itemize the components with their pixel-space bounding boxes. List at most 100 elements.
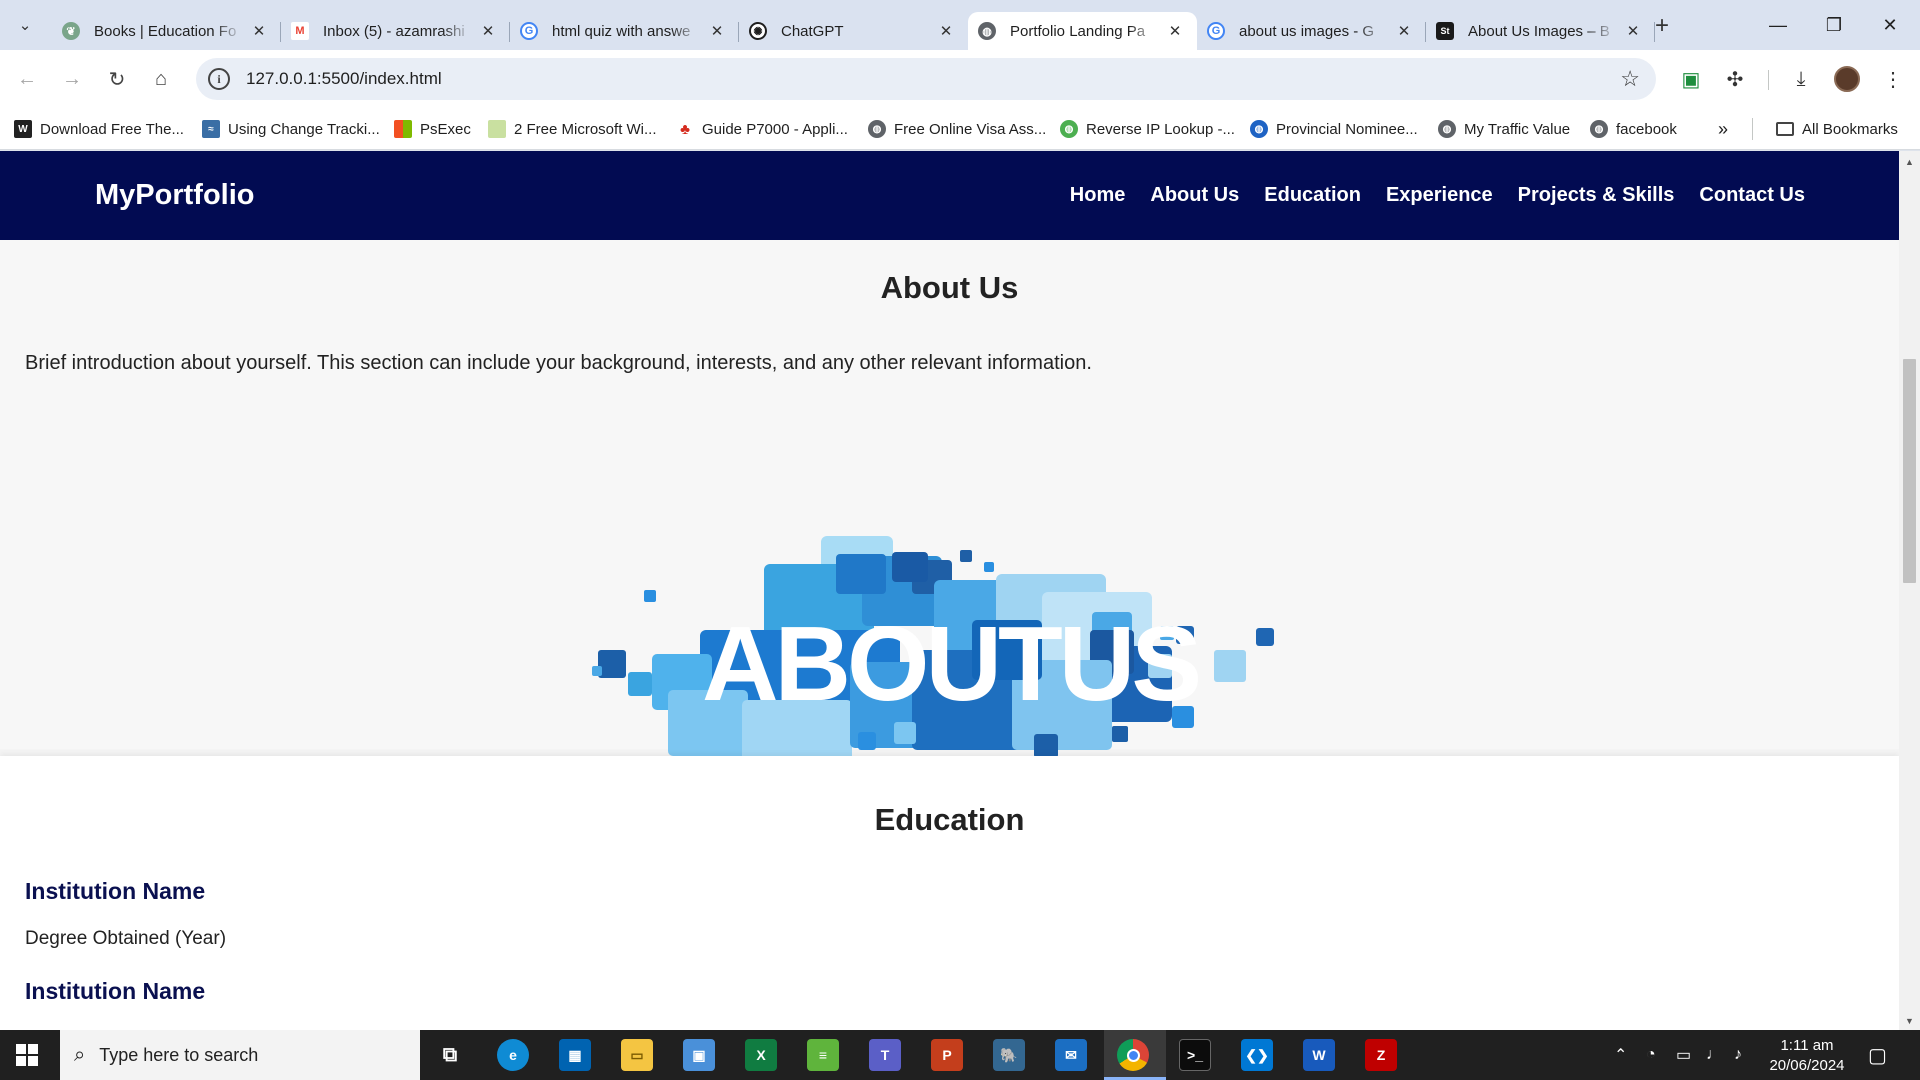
clock-time: 1:11 am [1780, 1037, 1834, 1054]
network-icon[interactable]: ◔ [1646, 1030, 1656, 1080]
all-bookmarks-button[interactable]: All Bookmarks [1776, 116, 1898, 142]
nav-about-us[interactable]: About Us [1150, 184, 1239, 207]
terminal-icon[interactable]: >_ [1179, 1039, 1211, 1071]
windows-start-icon[interactable] [16, 1044, 38, 1066]
url-text[interactable]: 127.0.0.1:5500/index.html [246, 69, 442, 89]
bookmark-item[interactable]: ◍ Provincial Nominee... [1250, 116, 1418, 142]
pgadmin-icon[interactable]: 🐘 [993, 1039, 1025, 1071]
nav-experience[interactable]: Experience [1386, 184, 1493, 207]
extensions-puzzle-icon[interactable]: ✣ [1720, 64, 1750, 94]
globe-icon: ◍ [868, 120, 886, 138]
toolbar-divider [1768, 70, 1769, 90]
close-icon[interactable]: ✕ [1394, 21, 1414, 41]
bookmark-item[interactable]: ◍ My Traffic Value [1438, 116, 1570, 142]
tab-title: ChatGPT [781, 22, 844, 40]
tab-title: Inbox (5) - azamrashi [323, 22, 465, 40]
vscode-icon[interactable]: ❮❯ [1241, 1039, 1273, 1071]
tab-title: about us images - G [1239, 22, 1375, 40]
globe-icon: ◍ [1590, 120, 1608, 138]
restore-icon[interactable]: ❐ [1806, 0, 1862, 50]
education-title: Education [874, 802, 1025, 837]
powerpoint-icon[interactable]: P [931, 1039, 963, 1071]
close-icon[interactable]: ✕ [936, 21, 956, 41]
close-icon[interactable]: ✕ [249, 21, 269, 41]
file-explorer-icon[interactable]: ▭ [621, 1039, 653, 1071]
task-view-icon[interactable]: ⧉ [434, 1039, 466, 1071]
address-bar[interactable]: i 127.0.0.1:5500/index.html ☆ [196, 58, 1656, 100]
bookmark-item[interactable]: W Download Free The... [14, 116, 184, 142]
close-icon[interactable]: ✕ [1165, 21, 1185, 41]
volume-icon[interactable]: ♪ [1734, 1030, 1742, 1080]
tab-title: About Us Images – B [1468, 22, 1610, 40]
tab-portfolio[interactable]: ◍ Portfolio Landing Pa ✕ [968, 12, 1197, 50]
bookmarks-bar: W Download Free The... ≈ Using Change Trac… [0, 108, 1920, 150]
more-bookmarks-chevron-icon[interactable]: » [1718, 116, 1728, 142]
tab-about-us-images[interactable]: G about us images - G ✕ [1197, 12, 1426, 50]
close-icon[interactable]: ✕ [707, 21, 727, 41]
nav-education[interactable]: Education [1264, 184, 1361, 207]
chrome-icon[interactable] [1117, 1039, 1149, 1071]
gmail-icon: M [291, 22, 309, 40]
back-arrow-icon[interactable]: ← [10, 62, 44, 96]
forward-arrow-icon[interactable]: → [55, 62, 89, 96]
tab-books[interactable]: ❦ Books | Education Fo ✕ [52, 12, 281, 50]
download-icon[interactable]: ⤓ [1786, 64, 1816, 94]
bookmark-item[interactable]: ◍ Reverse IP Lookup -... [1060, 116, 1235, 142]
teams-icon[interactable]: T [869, 1039, 901, 1071]
tray-chevron-icon[interactable]: ⌃ [1614, 1030, 1627, 1080]
institution-name: Institution Name [25, 878, 206, 904]
battery-icon[interactable]: ▭ [1676, 1030, 1691, 1080]
bookmark-item[interactable]: ≈ Using Change Tracki... [202, 116, 380, 142]
microphone-icon[interactable]: ♩ [1706, 1030, 1722, 1080]
avatar[interactable] [1832, 64, 1862, 94]
excel-icon[interactable]: X [745, 1039, 777, 1071]
scroll-down-arrow-icon[interactable]: ▼ [1905, 1016, 1914, 1026]
taskbar-search-box[interactable]: ⌕ Type here to search [60, 1030, 420, 1080]
window-close-icon[interactable]: ✕ [1862, 0, 1918, 50]
extension-green-icon[interactable]: ▣ [1676, 64, 1706, 94]
tab-shutterstock[interactable]: St About Us Images – B ✕ [1426, 12, 1655, 50]
clock-date: 20/06/2024 [1769, 1057, 1845, 1074]
bookmark-label: My Traffic Value [1464, 120, 1571, 138]
reload-icon[interactable]: ↻ [100, 62, 134, 96]
bookmark-label: Using Change Tracki... [228, 120, 380, 138]
minimize-icon[interactable]: — [1750, 0, 1806, 50]
bookmark-item[interactable]: ◍ facebook [1590, 116, 1677, 142]
nav-home[interactable]: Home [1070, 184, 1126, 207]
filezilla-icon[interactable]: Z [1365, 1039, 1397, 1071]
bookmark-item[interactable]: PsExec [394, 116, 471, 142]
scroll-thumb[interactable] [1903, 359, 1916, 583]
taskbar-clock[interactable]: 1:11 am 20/06/2024 [1762, 1036, 1852, 1076]
close-icon[interactable]: ✕ [478, 21, 498, 41]
mail-icon[interactable]: ✉ [1055, 1039, 1087, 1071]
nav-projects-skills[interactable]: Projects & Skills [1518, 184, 1675, 207]
nav-contact-us[interactable]: Contact Us [1699, 184, 1805, 207]
word-icon[interactable]: W [1303, 1039, 1335, 1071]
bookmark-star-icon[interactable]: ☆ [1620, 66, 1640, 92]
globe-blue-icon: ◍ [1250, 120, 1268, 138]
tab-inbox[interactable]: M Inbox (5) - azamrashi ✕ [281, 12, 510, 50]
bookmark-label: facebook [1616, 120, 1677, 138]
site-info-icon[interactable]: i [208, 68, 230, 90]
remote-desktop-icon[interactable]: ▣ [683, 1039, 715, 1071]
tab-search-chevron-icon[interactable]: ⌄ [10, 10, 40, 40]
menu-kebab-icon[interactable]: ⋮ [1878, 64, 1908, 94]
tab-chatgpt[interactable]: ✺ ChatGPT ✕ [739, 12, 968, 50]
tab-html-quiz[interactable]: G html quiz with answe ✕ [510, 12, 739, 50]
bookmark-item[interactable]: ♣ Guide P7000 - Appli... [676, 116, 848, 142]
bookmark-item[interactable]: ◍ Free Online Visa Ass... [868, 116, 1046, 142]
home-icon[interactable]: ⌂ [144, 62, 178, 96]
notifications-icon[interactable]: ▢ [1868, 1030, 1887, 1080]
windows-icon [394, 120, 412, 138]
stack-icon[interactable]: ≡ [807, 1039, 839, 1071]
close-icon[interactable]: ✕ [1623, 21, 1643, 41]
scroll-up-arrow-icon[interactable]: ▲ [1905, 157, 1914, 167]
page-scrollbar[interactable]: ▲ ▼ [1899, 151, 1920, 1030]
site-brand[interactable]: MyPortfolio [95, 179, 255, 212]
store-icon[interactable]: ▦ [559, 1039, 591, 1071]
edge-icon[interactable]: e [497, 1039, 529, 1071]
page-viewport: MyPortfolio Home About Us Education Expe… [0, 151, 1899, 1030]
about-us-image: ABOUTUS [592, 536, 1274, 764]
new-tab-plus-icon[interactable]: + [1648, 12, 1676, 40]
bookmark-item[interactable]: 2 Free Microsoft Wi... [488, 116, 657, 142]
